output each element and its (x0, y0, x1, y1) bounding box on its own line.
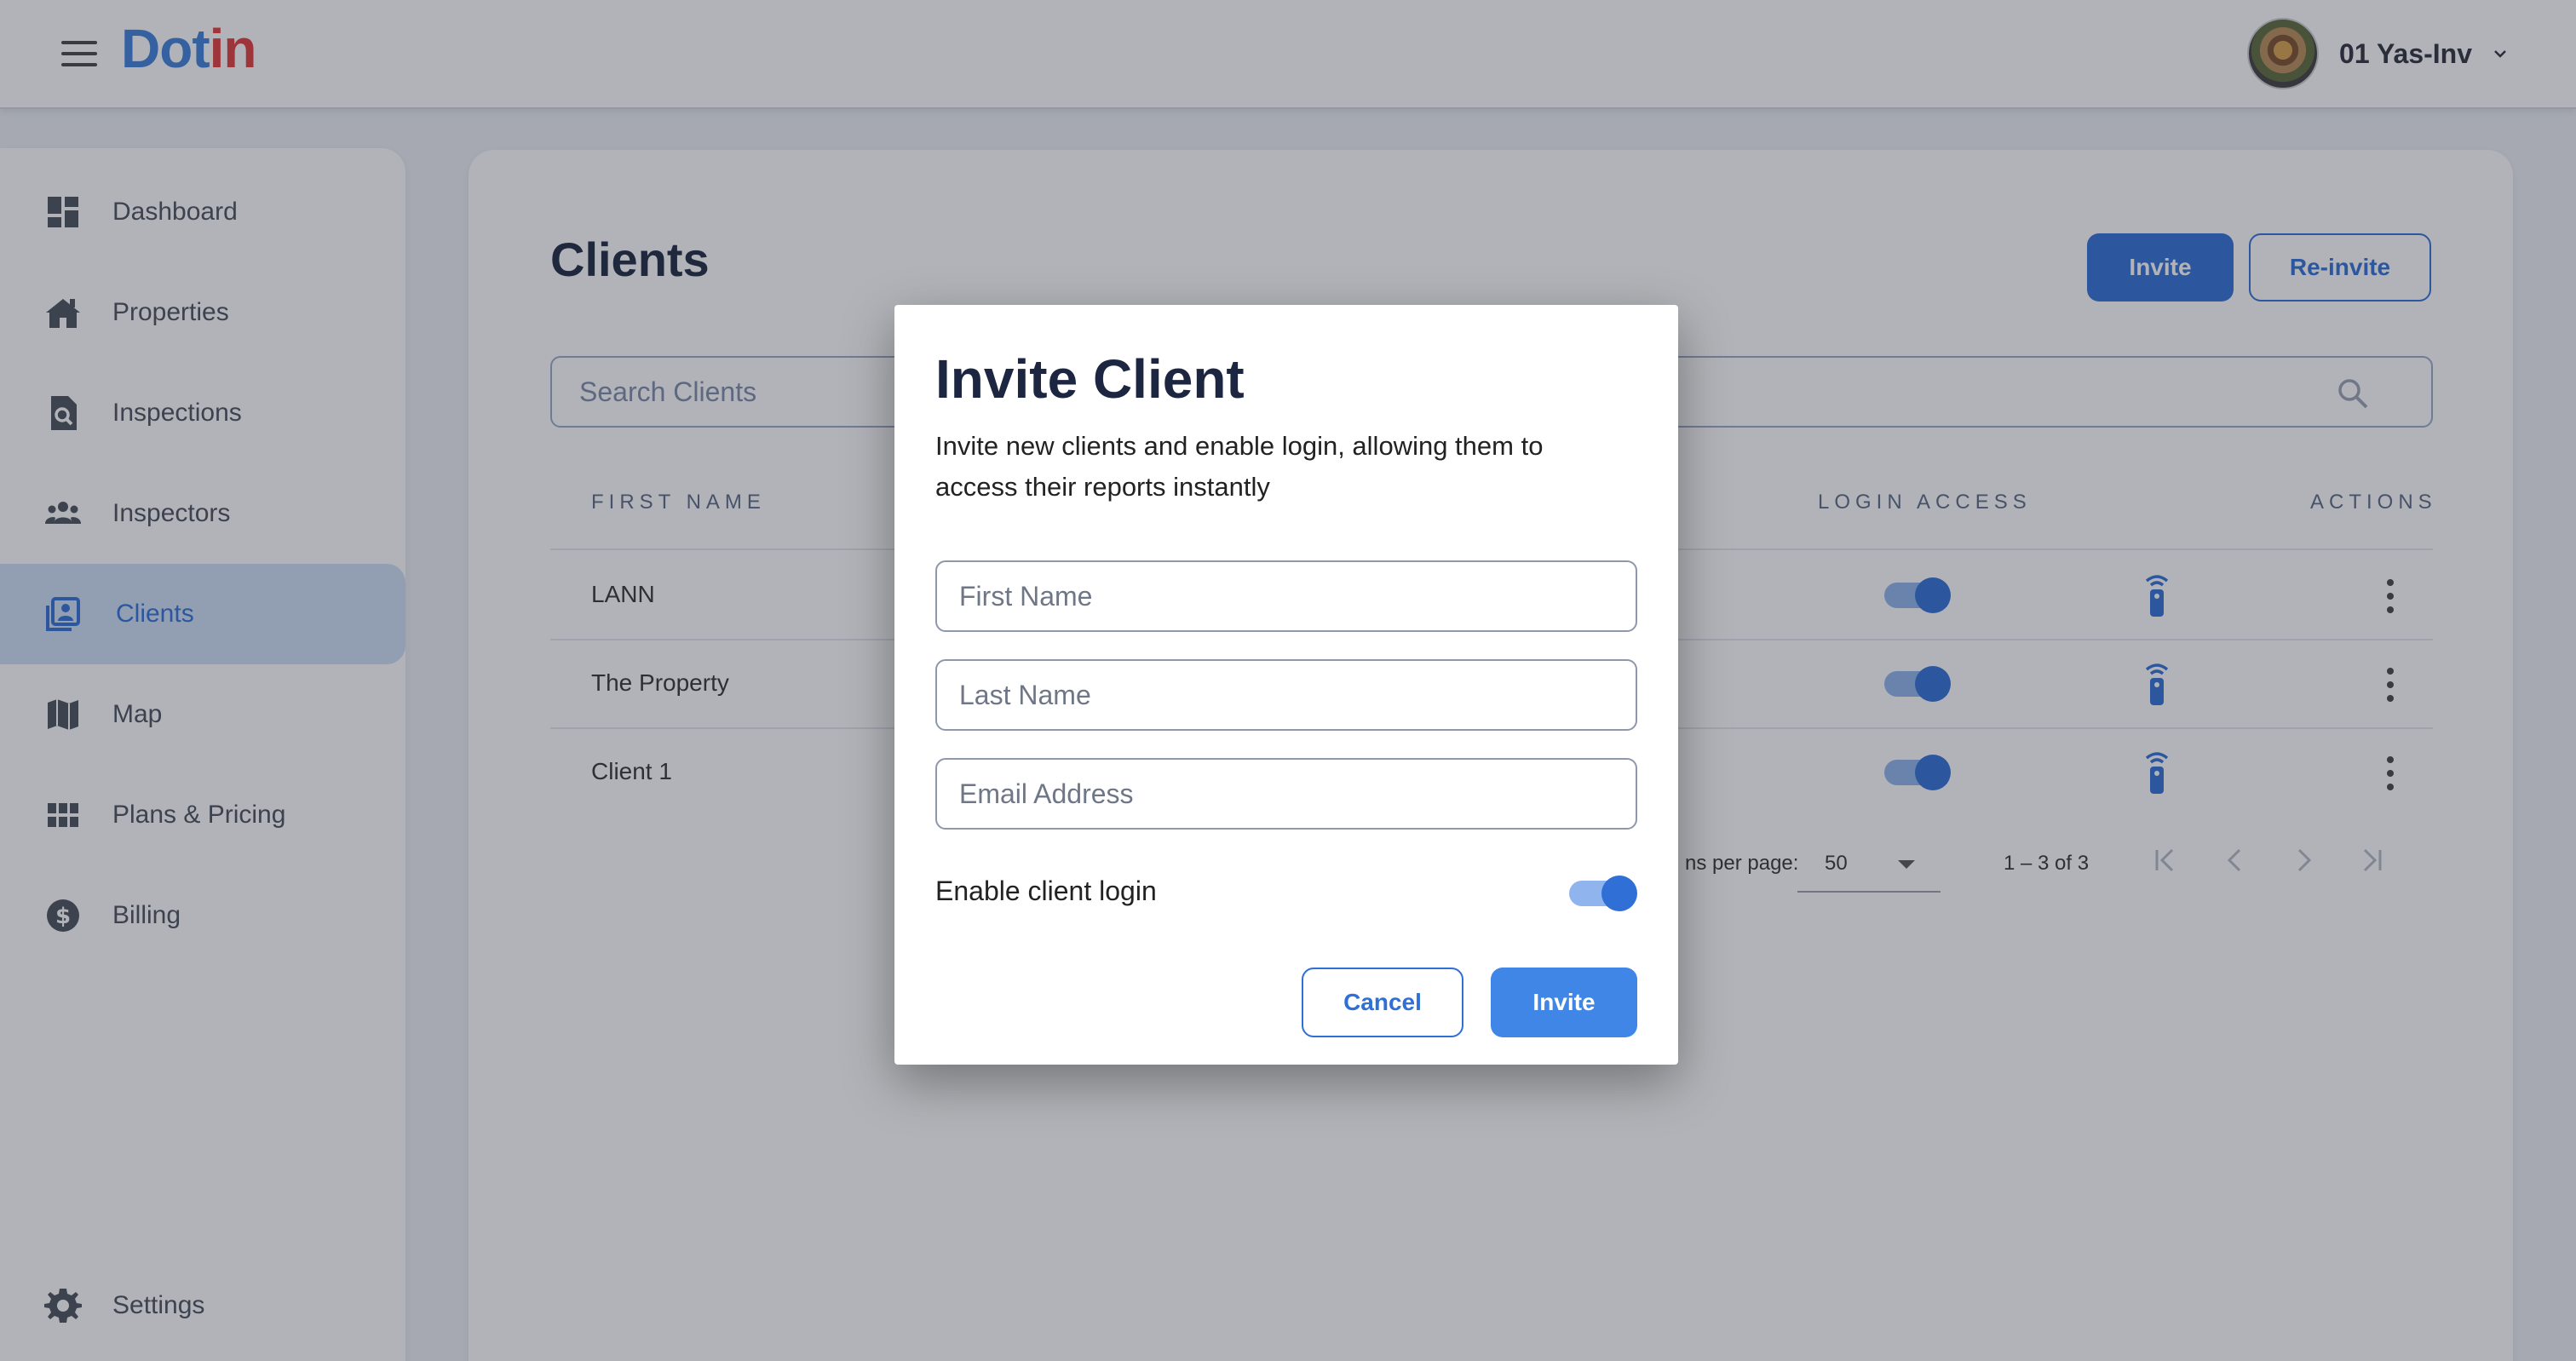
last-name-field[interactable] (935, 659, 1637, 731)
enable-login-toggle[interactable] (1569, 876, 1637, 911)
cancel-button[interactable]: Cancel (1302, 968, 1463, 1037)
enable-login-label: Enable client login (935, 876, 1157, 906)
invite-submit-button[interactable]: Invite (1491, 968, 1637, 1037)
email-field[interactable] (935, 758, 1637, 830)
dialog-title: Invite Client (935, 348, 1245, 410)
dialog-description: Invite new clients and enable login, all… (935, 431, 1544, 502)
invite-client-dialog: Invite Client Invite new clients and ena… (894, 305, 1678, 1065)
first-name-field[interactable] (935, 560, 1637, 632)
